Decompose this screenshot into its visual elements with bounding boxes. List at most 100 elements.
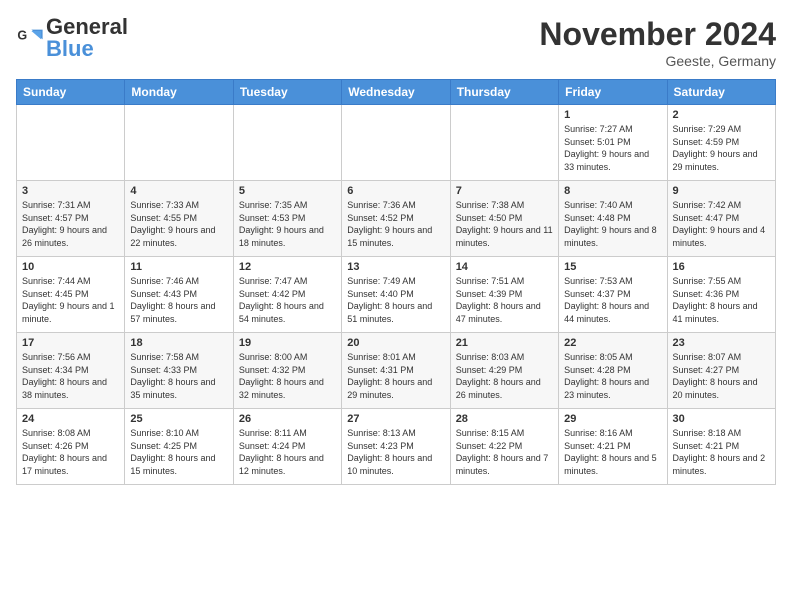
day-header-thursday: Thursday	[450, 80, 558, 105]
day-number: 3	[22, 185, 119, 197]
day-number: 30	[673, 413, 770, 425]
calendar-cell	[342, 105, 450, 181]
calendar-week-1: 1 Sunrise: 7:27 AM Sunset: 5:01 PM Daylig…	[17, 105, 776, 181]
day-info: Sunrise: 7:38 AM Sunset: 4:50 PM Dayligh…	[456, 199, 553, 249]
day-header-monday: Monday	[125, 80, 233, 105]
logo-blue: Blue	[46, 36, 94, 61]
day-info: Sunrise: 7:53 AM Sunset: 4:37 PM Dayligh…	[564, 275, 661, 325]
day-number: 16	[673, 261, 770, 273]
calendar-week-5: 24Sunrise: 8:08 AM Sunset: 4:26 PM Dayli…	[17, 409, 776, 485]
day-number: 1	[564, 109, 661, 121]
day-number: 29	[564, 413, 661, 425]
day-number: 13	[347, 261, 444, 273]
logo-icon: G	[16, 24, 44, 52]
header: G General Blue November 2024 Geeste, Ger…	[16, 16, 776, 69]
day-info: Sunrise: 7:47 AM Sunset: 4:42 PM Dayligh…	[239, 275, 336, 325]
day-info: Sunrise: 7:40 AM Sunset: 4:48 PM Dayligh…	[564, 199, 661, 249]
logo-text: General Blue	[46, 16, 128, 60]
day-info: Sunrise: 7:42 AM Sunset: 4:47 PM Dayligh…	[673, 199, 770, 249]
calendar-cell: 23 Sunrise: 8:07 AM Sunset: 4:27 PM Dayli…	[667, 333, 775, 409]
day-info: Sunrise: 7:35 AM Sunset: 4:53 PM Dayligh…	[239, 199, 336, 249]
svg-text:G: G	[17, 28, 27, 42]
day-info: Sunrise: 8:07 AM Sunset: 4:27 PM Dayligh…	[673, 351, 770, 401]
day-info: Sunrise: 8:08 AM Sunset: 4:26 PM Dayligh…	[22, 427, 119, 477]
calendar-cell	[125, 105, 233, 181]
day-number: 10	[22, 261, 119, 273]
calendar-cell: 26 Sunrise: 8:11 AM Sunset: 4:24 PM Dayli…	[233, 409, 341, 485]
day-number: 23	[673, 337, 770, 349]
day-header-tuesday: Tuesday	[233, 80, 341, 105]
day-number: 22	[564, 337, 661, 349]
calendar-cell: 2 Sunrise: 7:29 AM Sunset: 4:59 PM Daylig…	[667, 105, 775, 181]
day-info: Sunrise: 8:11 AM Sunset: 4:24 PM Dayligh…	[239, 427, 336, 477]
calendar-cell: 6 Sunrise: 7:36 AM Sunset: 4:52 PM Daylig…	[342, 181, 450, 257]
day-header-wednesday: Wednesday	[342, 80, 450, 105]
day-info: Sunrise: 8:15 AM Sunset: 4:22 PM Dayligh…	[456, 427, 553, 477]
calendar-week-2: 3 Sunrise: 7:31 AM Sunset: 4:57 PM Daylig…	[17, 181, 776, 257]
day-header-sunday: Sunday	[17, 80, 125, 105]
calendar-cell: 10 Sunrise: 7:44 AM Sunset: 4:45 PM Dayli…	[17, 257, 125, 333]
day-info: Sunrise: 7:49 AM Sunset: 4:40 PM Dayligh…	[347, 275, 444, 325]
day-info: Sunrise: 8:05 AM Sunset: 4:28 PM Dayligh…	[564, 351, 661, 401]
calendar-cell: 13 Sunrise: 7:49 AM Sunset: 4:40 PM Dayli…	[342, 257, 450, 333]
day-number: 21	[456, 337, 553, 349]
calendar-cell: 12 Sunrise: 7:47 AM Sunset: 4:42 PM Dayli…	[233, 257, 341, 333]
calendar: SundayMondayTuesdayWednesdayThursdayFrid…	[16, 79, 776, 485]
day-info: Sunrise: 7:55 AM Sunset: 4:36 PM Dayligh…	[673, 275, 770, 325]
day-info: Sunrise: 7:31 AM Sunset: 4:57 PM Dayligh…	[22, 199, 119, 249]
day-number: 2	[673, 109, 770, 121]
day-info: Sunrise: 7:46 AM Sunset: 4:43 PM Dayligh…	[130, 275, 227, 325]
day-info: Sunrise: 8:10 AM Sunset: 4:25 PM Dayligh…	[130, 427, 227, 477]
month-title: November 2024	[539, 16, 776, 53]
day-number: 17	[22, 337, 119, 349]
day-info: Sunrise: 7:36 AM Sunset: 4:52 PM Dayligh…	[347, 199, 444, 249]
calendar-cell: 28 Sunrise: 8:15 AM Sunset: 4:22 PM Dayli…	[450, 409, 558, 485]
day-info: Sunrise: 7:27 AM Sunset: 5:01 PM Dayligh…	[564, 123, 661, 173]
calendar-cell: 15 Sunrise: 7:53 AM Sunset: 4:37 PM Dayli…	[559, 257, 667, 333]
calendar-cell: 8 Sunrise: 7:40 AM Sunset: 4:48 PM Daylig…	[559, 181, 667, 257]
calendar-cell: 16 Sunrise: 7:55 AM Sunset: 4:36 PM Dayli…	[667, 257, 775, 333]
day-number: 25	[130, 413, 227, 425]
calendar-cell	[233, 105, 341, 181]
calendar-cell: 1 Sunrise: 7:27 AM Sunset: 5:01 PM Daylig…	[559, 105, 667, 181]
calendar-cell: 25 Sunrise: 8:10 AM Sunset: 4:25 PM Dayli…	[125, 409, 233, 485]
calendar-cell: 24Sunrise: 8:08 AM Sunset: 4:26 PM Dayli…	[17, 409, 125, 485]
day-header-saturday: Saturday	[667, 80, 775, 105]
day-info: Sunrise: 7:29 AM Sunset: 4:59 PM Dayligh…	[673, 123, 770, 173]
day-info: Sunrise: 7:58 AM Sunset: 4:33 PM Dayligh…	[130, 351, 227, 401]
calendar-week-3: 10 Sunrise: 7:44 AM Sunset: 4:45 PM Dayli…	[17, 257, 776, 333]
location: Geeste, Germany	[539, 53, 776, 69]
day-number: 18	[130, 337, 227, 349]
day-number: 20	[347, 337, 444, 349]
day-number: 12	[239, 261, 336, 273]
day-info: Sunrise: 7:51 AM Sunset: 4:39 PM Dayligh…	[456, 275, 553, 325]
calendar-cell: 19Sunrise: 8:00 AM Sunset: 4:32 PM Dayli…	[233, 333, 341, 409]
calendar-cell: 20 Sunrise: 8:01 AM Sunset: 4:31 PM Dayli…	[342, 333, 450, 409]
calendar-cell: 30Sunrise: 8:18 AM Sunset: 4:21 PM Dayli…	[667, 409, 775, 485]
day-number: 14	[456, 261, 553, 273]
calendar-cell: 27 Sunrise: 8:13 AM Sunset: 4:23 PM Dayli…	[342, 409, 450, 485]
day-number: 28	[456, 413, 553, 425]
calendar-cell	[450, 105, 558, 181]
calendar-cell: 21 Sunrise: 8:03 AM Sunset: 4:29 PM Dayli…	[450, 333, 558, 409]
day-number: 26	[239, 413, 336, 425]
day-number: 27	[347, 413, 444, 425]
day-info: Sunrise: 7:44 AM Sunset: 4:45 PM Dayligh…	[22, 275, 119, 325]
calendar-cell: 7Sunrise: 7:38 AM Sunset: 4:50 PM Daylig…	[450, 181, 558, 257]
day-info: Sunrise: 8:16 AM Sunset: 4:21 PM Dayligh…	[564, 427, 661, 477]
day-info: Sunrise: 8:13 AM Sunset: 4:23 PM Dayligh…	[347, 427, 444, 477]
calendar-week-4: 17Sunrise: 7:56 AM Sunset: 4:34 PM Dayli…	[17, 333, 776, 409]
day-info: Sunrise: 8:01 AM Sunset: 4:31 PM Dayligh…	[347, 351, 444, 401]
day-number: 6	[347, 185, 444, 197]
calendar-cell: 9Sunrise: 7:42 AM Sunset: 4:47 PM Daylig…	[667, 181, 775, 257]
calendar-cell: 3 Sunrise: 7:31 AM Sunset: 4:57 PM Daylig…	[17, 181, 125, 257]
day-number: 8	[564, 185, 661, 197]
calendar-cell: 29 Sunrise: 8:16 AM Sunset: 4:21 PM Dayli…	[559, 409, 667, 485]
day-info: Sunrise: 8:03 AM Sunset: 4:29 PM Dayligh…	[456, 351, 553, 401]
calendar-cell	[17, 105, 125, 181]
calendar-cell: 18 Sunrise: 7:58 AM Sunset: 4:33 PM Dayli…	[125, 333, 233, 409]
day-number: 15	[564, 261, 661, 273]
calendar-cell: 11Sunrise: 7:46 AM Sunset: 4:43 PM Dayli…	[125, 257, 233, 333]
day-number: 5	[239, 185, 336, 197]
calendar-cell: 5 Sunrise: 7:35 AM Sunset: 4:53 PM Daylig…	[233, 181, 341, 257]
